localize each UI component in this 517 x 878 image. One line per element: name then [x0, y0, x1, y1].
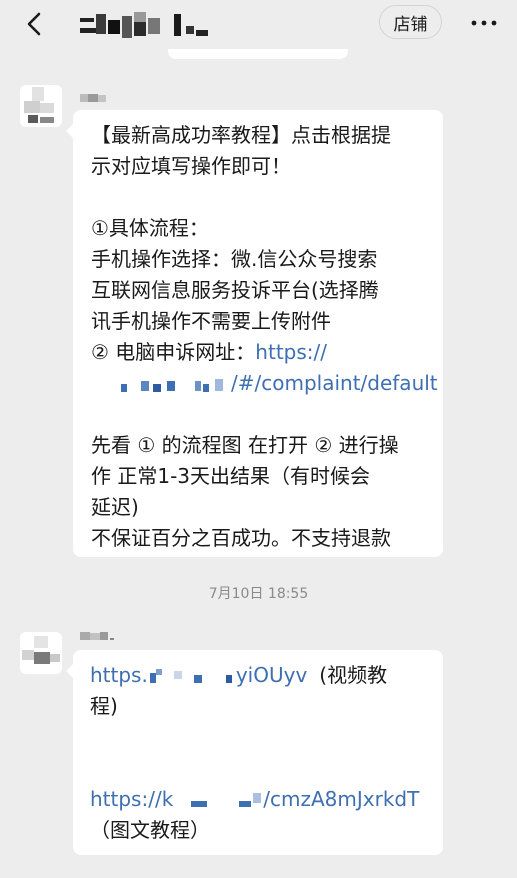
message-bubble-tutorial[interactable]: 【最新高成功率教程】点击根据提 示对应填写操作即可！ ①具体流程： 手机操作选择…	[66, 110, 443, 557]
message-line: 【最新高成功率教程】点击根据提	[91, 123, 391, 147]
message-line	[91, 182, 443, 213]
message-line	[90, 722, 443, 753]
chat-title	[78, 10, 228, 40]
video-tutorial-note: (视频教	[319, 663, 388, 687]
message-line: 程)	[90, 694, 118, 718]
message-line	[91, 399, 443, 430]
image-tutorial-link-suffix[interactable]: /cmzA8mJxrkdT	[263, 787, 419, 811]
image-tutorial-line: https://k /cmzA8mJxrkdT	[90, 784, 443, 815]
message-line: 不保证百分之百成功。不支持退款	[91, 526, 391, 550]
seller-avatar-2[interactable]	[20, 632, 62, 674]
message-line	[90, 753, 443, 784]
censored-link-mosaic	[148, 667, 236, 687]
previous-message-edge	[168, 49, 348, 59]
message-timestamp: 7月10日 18:55	[208, 586, 309, 602]
image-tutorial-link-prefix[interactable]: https://k	[90, 787, 173, 811]
censored-link-mosaic-2	[173, 791, 263, 811]
image-tutorial-note: （图文教程）	[90, 818, 210, 842]
complaint-url-line[interactable]: /#/complaint/default	[91, 368, 443, 399]
seller-nickname	[80, 94, 106, 104]
seller-avatar[interactable]	[20, 85, 62, 127]
message-line: 讯手机操作不需要上传附件	[91, 309, 331, 333]
message-line: 延迟)	[91, 495, 139, 519]
video-tutorial-link-prefix[interactable]: https.	[90, 663, 148, 687]
message-line: 手机操作选择：微.信公众号搜索	[91, 247, 378, 271]
message-line: 作 正常1-3天出结果（有时候会	[91, 464, 371, 488]
message-line: 示对应填写操作即可！	[91, 154, 291, 178]
more-dots-icon	[471, 20, 497, 26]
message-line: 先看 ① 的流程图 在打开 ② 进行操	[91, 433, 399, 457]
chat-header: 店铺	[0, 0, 517, 48]
message-line: ①具体流程：	[91, 216, 209, 240]
chat-screen: 店铺 【最新高成功率教程】点击根据提 示对应填写操作即可！ ①具体流程： 手机操…	[0, 0, 517, 878]
back-button[interactable]	[16, 8, 52, 40]
pc-url-label: ② 电脑申诉网址：	[91, 340, 256, 364]
video-tutorial-line: https. yiOUyv (视频教	[90, 660, 443, 691]
complaint-url-suffix[interactable]: /#/complaint/default	[231, 371, 438, 395]
video-tutorial-link-suffix[interactable]: yiOUyv	[236, 663, 307, 687]
seller-nickname-2	[80, 632, 120, 642]
message-line: ② 电脑申诉网址：https://	[91, 337, 443, 368]
more-options-button[interactable]	[466, 8, 502, 38]
store-button[interactable]: 店铺	[379, 5, 442, 39]
censored-url-mosaic	[91, 375, 231, 395]
message-bubble-links[interactable]: https. yiOUyv (视频教 程) https://k /cmzA8mJx…	[66, 650, 443, 855]
message-line: 互联网信息服务投诉平台(选择腾	[91, 278, 379, 302]
complaint-url-prefix[interactable]: https://	[255, 340, 327, 364]
back-arrow-icon	[27, 12, 41, 36]
